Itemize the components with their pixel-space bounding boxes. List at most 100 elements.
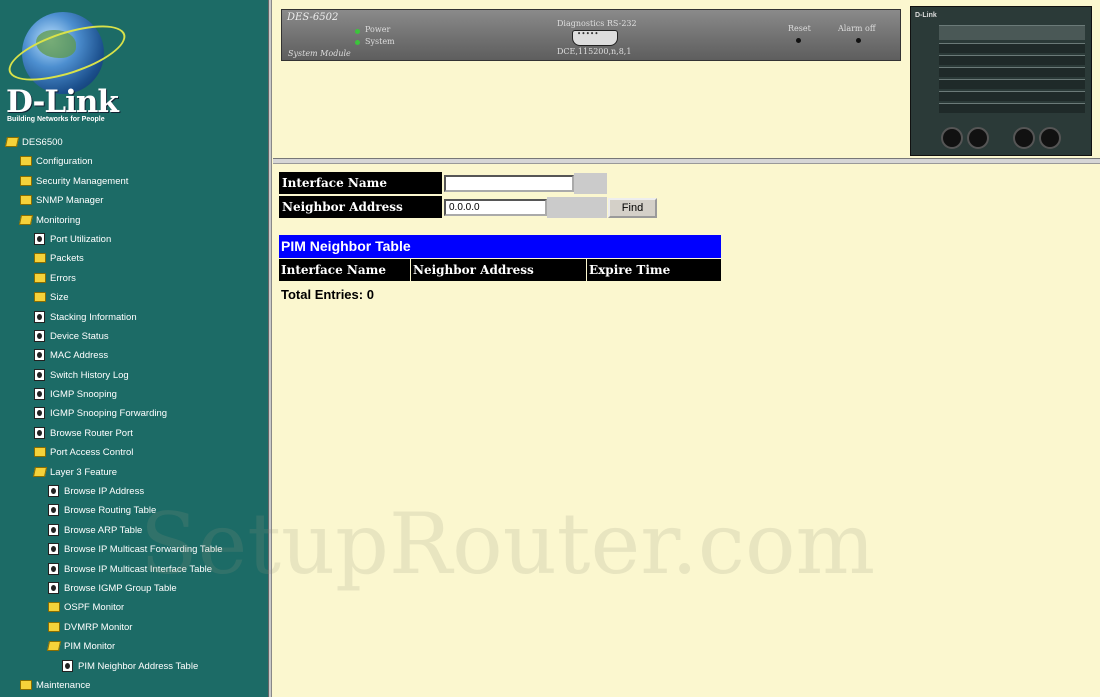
page-icon [48,562,59,575]
sidebar-item[interactable]: PIM Neighbor Address Table [0,657,268,676]
page-icon [34,388,45,401]
sidebar-item[interactable]: Security Management [0,172,268,191]
sidebar: D-Link Building Networks for People DES6… [0,0,268,697]
sidebar-item[interactable]: Monitoring [0,211,268,230]
table-header-row: Interface Name Neighbor Address Expire T… [279,259,721,281]
system-led-icon [355,40,360,45]
power-led-icon [355,29,360,34]
folder-icon [20,195,32,206]
sidebar-item[interactable]: Browse ARP Table [0,521,268,540]
device-front-panel: DES-6502 Power System System Module Diag… [281,9,901,61]
sidebar-item[interactable]: PIM Monitor [0,637,268,656]
sidebar-item-label: Browse Router Port [50,427,133,439]
sidebar-item-label: OSPF Monitor [64,602,125,614]
brand-tagline: Building Networks for People [7,116,105,123]
sidebar-item[interactable]: Port Access Control [0,443,268,462]
system-module-label: System Module [288,49,351,58]
total-entries: Total Entries: 0 [281,287,374,302]
folder-icon [34,447,46,458]
chassis-brand: D-Link [915,12,937,19]
column-expire-time: Expire Time [589,263,671,277]
fan-icon [1039,127,1061,149]
page-icon [34,329,45,342]
serial-port-icon [572,30,618,46]
sidebar-item-label: IGMP Snooping Forwarding [50,408,168,420]
page-icon [34,232,45,245]
folder-icon [34,253,46,264]
folder-open-icon [32,466,48,477]
fan-icon [967,127,989,149]
folder-open-icon [46,641,62,652]
sidebar-item[interactable]: Size [0,288,268,307]
sidebar-item[interactable]: IGMP Snooping [0,385,268,404]
page-icon [62,659,73,672]
sidebar-item-label: Maintenance [36,679,91,691]
sidebar-item-label: MAC Address [50,350,109,362]
sidebar-item-label: Security Management [36,175,129,187]
sidebar-item-label: Device Status [50,330,109,342]
sidebar-item-label: Browse IP Multicast Interface Table [64,563,213,575]
sidebar-item[interactable]: IGMP Snooping Forwarding [0,404,268,423]
folder-open-icon [18,214,34,225]
sidebar-item[interactable]: Browse IP Address [0,482,268,501]
page-icon [48,523,59,536]
find-button[interactable]: Find [608,198,657,218]
folder-icon [48,621,60,632]
sidebar-item[interactable]: Browse IP Multicast Forwarding Table [0,540,268,559]
sidebar-item-label: PIM Neighbor Address Table [78,660,199,672]
sidebar-item[interactable]: Errors [0,269,268,288]
system-label: System [365,37,395,46]
page-icon [48,485,59,498]
sidebar-item-label: SNMP Manager [36,195,104,207]
alarm-off-button[interactable] [856,38,861,43]
sidebar-item[interactable]: Browse Router Port [0,424,268,443]
sidebar-item[interactable]: Layer 3 Feature [0,463,268,482]
reset-label: Reset [788,24,811,33]
page-icon [48,543,59,556]
page-icon [34,349,45,362]
alarm-off-label: Alarm off [838,24,876,33]
frame-divider-vertical[interactable] [268,0,272,697]
neighbor-address-label: Neighbor Address [279,196,442,218]
sidebar-item-label: Browse Routing Table [64,505,157,517]
page-icon [34,407,45,420]
sidebar-item[interactable]: Packets [0,249,268,268]
sidebar-item[interactable]: Device Status [0,327,268,346]
folder-icon [20,175,32,186]
sidebar-item-label: Browse IP Address [64,486,145,498]
sidebar-item[interactable]: Configuration [0,152,268,171]
sidebar-item-label: PIM Monitor [64,641,116,653]
sidebar-item-label: Packets [50,253,84,265]
folder-icon [20,679,32,690]
sidebar-item[interactable]: MAC Address [0,346,268,365]
page-icon [34,310,45,323]
diagnostics-label: Diagnostics RS-232 [557,19,637,28]
sidebar-item[interactable]: OSPF Monitor [0,598,268,617]
sidebar-item[interactable]: DVMRP Monitor [0,618,268,637]
folder-open-icon [4,137,20,147]
sidebar-item[interactable]: Switch History Log [0,366,268,385]
sidebar-item-label: Switch History Log [50,369,129,381]
sidebar-item[interactable]: Stacking Information [0,308,268,327]
column-neighbor-address: Neighbor Address [411,259,587,281]
sidebar-item-label: Browse IP Multicast Forwarding Table [64,544,223,556]
sidebar-item[interactable]: Maintenance [0,676,268,695]
main-content: Interface Name Neighbor Address Find PIM… [273,164,1100,697]
sidebar-item[interactable]: Port Utilization [0,230,268,249]
folder-icon [20,156,32,167]
reset-button[interactable] [796,38,801,43]
folder-icon [48,602,60,613]
interface-name-input[interactable] [444,175,574,192]
interface-name-label: Interface Name [279,172,442,194]
sidebar-item[interactable]: Browse IGMP Group Table [0,579,268,598]
sidebar-item[interactable]: Browse Routing Table [0,501,268,520]
folder-icon [34,272,46,283]
sidebar-item[interactable]: Browse IP Multicast Interface Table [0,560,268,579]
neighbor-address-input[interactable] [444,199,547,216]
sidebar-item[interactable]: DES6500 [0,133,268,152]
chassis-image: D-Link [910,6,1092,156]
sidebar-item-label: Stacking Information [50,311,137,323]
folder-icon [34,292,46,303]
sidebar-item-label: Port Utilization [50,233,112,245]
sidebar-item[interactable]: SNMP Manager [0,191,268,210]
